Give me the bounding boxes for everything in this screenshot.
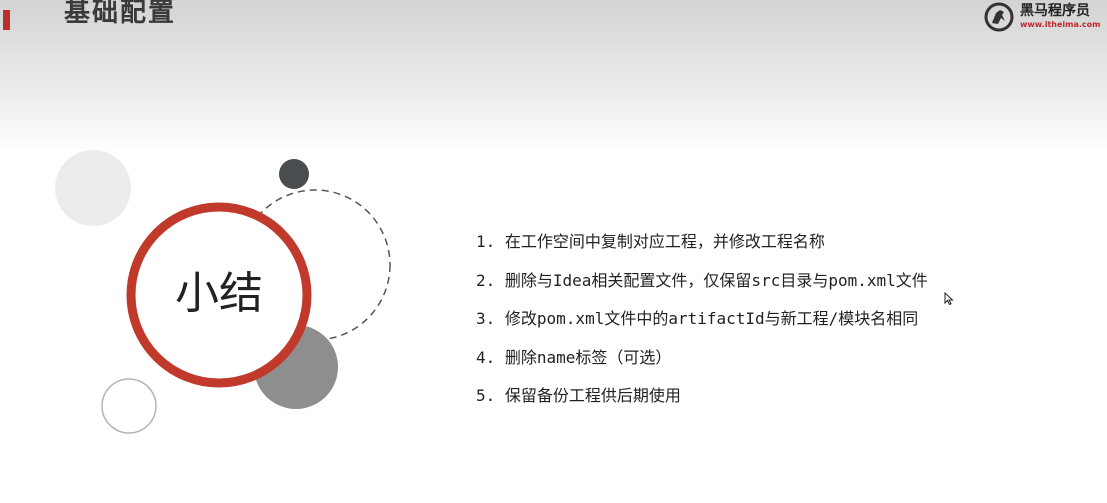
dark-dot	[279, 159, 309, 189]
summary-point-1: 1. 在工作空间中复制对应工程，并修改工程名称	[476, 232, 825, 251]
summary-point-5: 5. 保留备份工程供后期使用	[476, 386, 681, 405]
summary-title: 小结	[175, 268, 263, 319]
outline-circle	[101, 378, 157, 434]
slide: 基础配置 黑马程序员 www.itheima.com 小结 1. 在工作空间中复…	[0, 0, 1107, 503]
mouse-cursor-icon	[944, 292, 954, 306]
light-gray-circle	[55, 150, 131, 226]
summary-points: 1. 在工作空间中复制对应工程，并修改工程名称 2. 删除与Idea相关配置文件…	[476, 226, 928, 419]
summary-point-3: 3. 修改pom.xml文件中的artifactId与新工程/模块名相同	[476, 309, 919, 328]
summary-point-2: 2. 删除与Idea相关配置文件，仅保留src目录与pom.xml文件	[476, 270, 928, 290]
summary-point-4: 4. 删除name标签（可选）	[476, 347, 672, 367]
